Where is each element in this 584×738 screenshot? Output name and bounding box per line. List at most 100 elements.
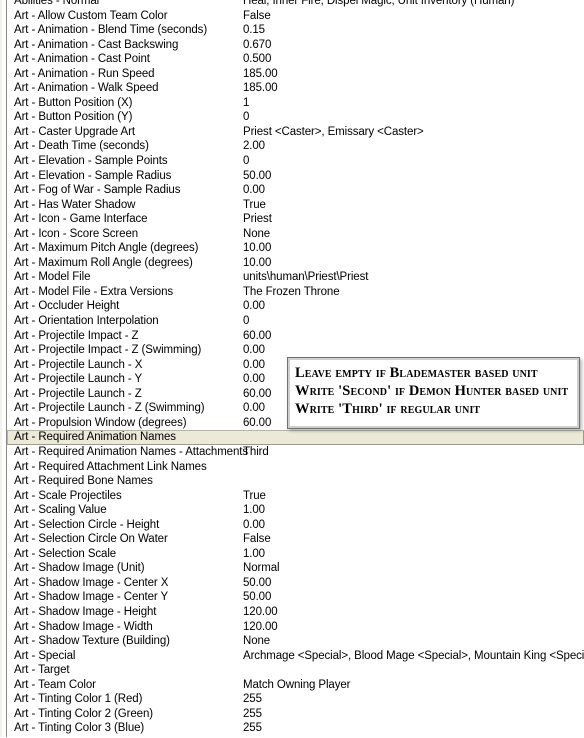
property-field-value[interactable]: None: [243, 227, 270, 242]
property-field-value[interactable]: 120.00: [243, 620, 278, 635]
table-row[interactable]: Art - Required Attachment Link Names: [7, 460, 584, 475]
property-field-value[interactable]: 1.00: [243, 547, 265, 562]
table-row[interactable]: Art - Selection Scale 1.00: [7, 547, 584, 562]
property-field-value[interactable]: 0.15: [243, 23, 265, 38]
table-row[interactable]: Art - Model File - Extra Versions The Fro…: [7, 285, 584, 300]
table-row[interactable]: Art - Target: [7, 663, 584, 678]
property-field-value[interactable]: False: [243, 532, 271, 547]
table-row-selected[interactable]: Art - Required Animation Names: [7, 430, 584, 445]
property-field-value[interactable]: 50.00: [243, 590, 271, 605]
table-row[interactable]: Art - Shadow Image - Center Y 50.00: [7, 590, 584, 605]
table-row[interactable]: Art - Projectile Impact - Z 60.00: [7, 329, 584, 344]
property-field-label: Art - Shadow Image - Width: [14, 620, 153, 633]
table-row[interactable]: Art - Shadow Image - Height 120.00: [7, 605, 584, 620]
table-row[interactable]: Art - Shadow Texture (Building) None: [7, 634, 584, 649]
property-field-value[interactable]: 255: [243, 721, 262, 736]
property-field-value[interactable]: 0.00: [243, 518, 265, 533]
property-field-value[interactable]: 0: [243, 154, 249, 169]
table-row[interactable]: Art - Orientation Interpolation 0: [7, 314, 584, 329]
table-row[interactable]: Art - Icon - Score Screen None: [7, 227, 584, 242]
property-field-value[interactable]: 50.00: [243, 169, 271, 184]
property-field-value[interactable]: 1.00: [243, 503, 265, 518]
table-row[interactable]: Art - Maximum Roll Angle (degrees) 10.00: [7, 256, 584, 271]
property-field-value[interactable]: 2.00: [243, 139, 265, 154]
table-row[interactable]: Art - Projectile Impact - Z (Swimming) 0.…: [7, 343, 584, 358]
table-row[interactable]: Art - Elevation - Sample Points 0: [7, 154, 584, 169]
property-field-value[interactable]: 60.00: [243, 416, 271, 431]
table-row[interactable]: Art - Shadow Image - Center X 50.00: [7, 576, 584, 591]
property-field-value[interactable]: 0.00: [243, 401, 265, 416]
table-row[interactable]: Art - Scaling Value 1.00: [7, 503, 584, 518]
property-field-value[interactable]: True: [243, 198, 266, 213]
table-row[interactable]: Art - Death Time (seconds) 2.00: [7, 139, 584, 154]
table-row[interactable]: Art - Allow Custom Team Color False: [7, 9, 584, 24]
property-field-value[interactable]: Third: [243, 445, 269, 460]
table-row[interactable]: Art - Tinting Color 2 (Green) 255: [7, 707, 584, 722]
table-row[interactable]: Art - Occluder Height 0.00: [7, 299, 584, 314]
table-row[interactable]: Art - Required Animation Names - Attachm…: [7, 445, 584, 460]
property-field-label: Art - Required Animation Names - Attachm…: [14, 445, 249, 458]
table-row[interactable]: Art - Tinting Color 1 (Red) 255: [7, 692, 584, 707]
property-field-value[interactable]: 10.00: [243, 241, 271, 256]
table-row[interactable]: Art - Button Position (X) 1: [7, 96, 584, 111]
property-field-value[interactable]: 120.00: [243, 605, 278, 620]
property-field-value[interactable]: 0.00: [243, 372, 265, 387]
property-field-value[interactable]: 185.00: [243, 81, 278, 96]
table-row[interactable]: Abilities - Normal Heal, Inner Fire, Disp…: [7, 0, 584, 9]
property-field-value[interactable]: 1: [243, 96, 249, 111]
property-field-label: Art - Projectile Launch - Y: [14, 373, 143, 386]
table-row[interactable]: Art - Animation - Cast Point 0.500: [7, 52, 584, 67]
table-row[interactable]: Art - Required Bone Names: [7, 474, 584, 489]
property-field-value[interactable]: 0.500: [243, 52, 271, 67]
property-field-label: Art - Death Time (seconds): [14, 140, 149, 153]
property-field-value[interactable]: 0.00: [243, 299, 265, 314]
table-row[interactable]: Art - Shadow Image - Width 120.00: [7, 620, 584, 635]
table-row[interactable]: Art - Animation - Walk Speed 185.00: [7, 81, 584, 96]
table-row[interactable]: Art - Animation - Blend Time (seconds) 0.…: [7, 23, 584, 38]
property-field-value[interactable]: units\human\Priest\Priest: [243, 270, 368, 285]
property-field-value[interactable]: Priest <Caster>, Emissary <Caster>: [243, 125, 424, 140]
property-field-value[interactable]: 10.00: [243, 256, 271, 271]
table-row[interactable]: Art - Icon - Game Interface Priest: [7, 212, 584, 227]
property-field-value[interactable]: 185.00: [243, 67, 278, 82]
property-field-value[interactable]: 60.00: [243, 387, 271, 402]
property-field-label: Art - Maximum Pitch Angle (degrees): [14, 242, 199, 255]
table-row[interactable]: Art - Has Water Shadow True: [7, 198, 584, 213]
property-field-value[interactable]: 0: [243, 110, 249, 125]
property-field-value[interactable]: Priest: [243, 212, 272, 227]
property-field-value[interactable]: True: [243, 489, 266, 504]
table-row[interactable]: Art - Selection Circle - Height 0.00: [7, 518, 584, 533]
table-row[interactable]: Art - Maximum Pitch Angle (degrees) 10.00: [7, 241, 584, 256]
property-field-label: Art - Tinting Color 3 (Blue): [14, 722, 145, 735]
property-field-value[interactable]: 0.00: [243, 183, 265, 198]
table-row[interactable]: Art - Button Position (Y) 0: [7, 110, 584, 125]
table-row[interactable]: Art - Selection Circle On Water False: [7, 532, 584, 547]
property-field-value[interactable]: The Frozen Throne: [243, 285, 340, 300]
property-field-value[interactable]: 0: [243, 314, 249, 329]
property-field-value[interactable]: False: [243, 9, 271, 24]
property-field-value[interactable]: 0.00: [243, 358, 265, 373]
table-row[interactable]: Art - Animation - Cast Backswing 0.670: [7, 38, 584, 53]
table-row[interactable]: Art - Model File units\human\Priest\Pries…: [7, 270, 584, 285]
table-row[interactable]: Art - Tinting Color 3 (Blue) 255: [7, 721, 584, 736]
property-field-value[interactable]: 255: [243, 707, 262, 722]
table-row[interactable]: Art - Team Color Match Owning Player: [7, 678, 584, 693]
property-field-value[interactable]: 50.00: [243, 576, 271, 591]
property-field-value[interactable]: Archmage <Special>, Blood Mage <Special>…: [243, 649, 584, 664]
table-row[interactable]: Art - Animation - Run Speed 185.00: [7, 67, 584, 82]
table-row[interactable]: Art - Elevation - Sample Radius 50.00: [7, 169, 584, 184]
table-row[interactable]: Art - Shadow Image (Unit) Normal: [7, 561, 584, 576]
property-field-value[interactable]: Match Owning Player: [243, 678, 351, 693]
property-field-value[interactable]: 0.00: [243, 343, 265, 358]
table-row[interactable]: Art - Caster Upgrade Art Priest <Caster>,…: [7, 125, 584, 140]
table-row[interactable]: Art - Special Archmage <Special>, Blood M…: [7, 649, 584, 664]
property-field-value[interactable]: None: [243, 634, 270, 649]
property-field-value[interactable]: 255: [243, 692, 262, 707]
property-field-label: Art - Target: [14, 664, 70, 677]
property-field-value[interactable]: Heal, Inner Fire, Dispel Magic, Unit Inv…: [243, 0, 514, 9]
property-field-value[interactable]: 60.00: [243, 329, 271, 344]
table-row[interactable]: Art - Scale Projectiles True: [7, 489, 584, 504]
property-field-value[interactable]: Normal: [243, 561, 280, 576]
property-field-value[interactable]: 0.670: [243, 38, 271, 53]
table-row[interactable]: Art - Fog of War - Sample Radius 0.00: [7, 183, 584, 198]
